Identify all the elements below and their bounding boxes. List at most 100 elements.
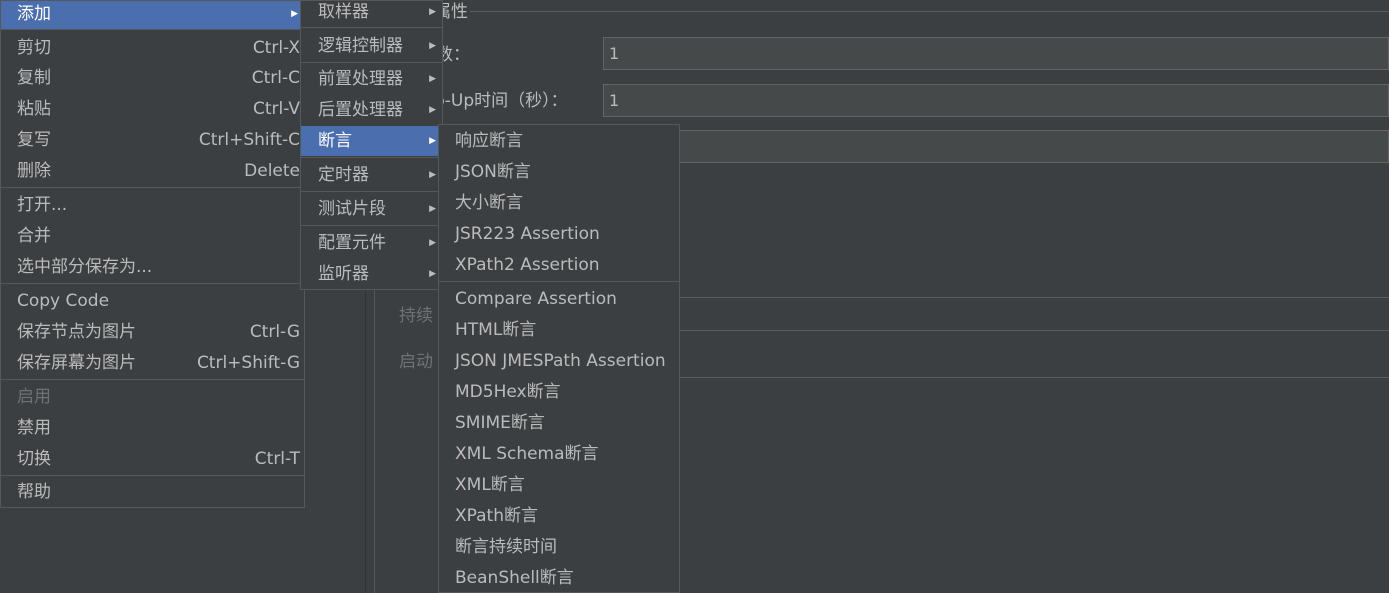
menu-item-label: 切换: [17, 449, 51, 469]
assertion-item-size[interactable]: 大小断言: [439, 188, 679, 218]
menu-item-label: 添加: [17, 4, 51, 24]
startup-underline: [680, 377, 1389, 378]
triangle-right-icon: ▶: [429, 105, 436, 115]
assertion-item-md5hex[interactable]: MD5Hex断言: [439, 377, 679, 407]
assertion-item-html[interactable]: HTML断言: [439, 315, 679, 345]
duration-underline: [680, 330, 1389, 331]
submenu-item-listener[interactable]: 监听器 ▶: [301, 259, 442, 289]
menu-item-label: 禁用: [17, 418, 51, 438]
menu-item-label: 前置处理器: [318, 69, 403, 89]
menu-item-label: Copy Code: [17, 291, 110, 311]
menu-separator: [301, 225, 442, 226]
assertion-item-beanshell[interactable]: BeanShell断言: [439, 563, 679, 593]
menu-item-copy[interactable]: 复制 Ctrl-C: [1, 63, 304, 93]
submenu-item-timer[interactable]: 定时器 ▶: [301, 160, 442, 190]
menu-item-cut[interactable]: 剪切 Ctrl-X: [1, 33, 304, 63]
assertion-item-xpath2[interactable]: XPath2 Assertion: [439, 250, 679, 280]
assertion-item-json[interactable]: JSON断言: [439, 157, 679, 187]
menu-item-label: 大小断言: [455, 193, 523, 213]
assertion-item-compare[interactable]: Compare Assertion: [439, 284, 679, 314]
assertion-item-xml[interactable]: XML断言: [439, 470, 679, 500]
assertion-item-json-jmespath[interactable]: JSON JMESPath Assertion: [439, 346, 679, 376]
add-submenu: 取样器 ▶ 逻辑控制器 ▶ 前置处理器 ▶ 后置处理器 ▶ 断言 ▶ 定时器 ▶…: [300, 0, 443, 290]
menu-item-label: 选中部分保存为...: [17, 257, 153, 277]
menu-item-label: 断言: [318, 131, 352, 151]
submenu-item-post-processor[interactable]: 后置处理器 ▶: [301, 95, 442, 125]
triangle-right-icon: ▶: [429, 136, 436, 146]
menu-item-label: 启用: [17, 387, 51, 407]
menu-item-label: 配置元件: [318, 233, 386, 253]
assertion-item-xpath[interactable]: XPath断言: [439, 501, 679, 531]
duration-divider: [680, 297, 1389, 298]
menu-item-delete[interactable]: 删除 Delete: [1, 156, 304, 186]
menu-separator: [1, 29, 304, 30]
menu-item-toggle[interactable]: 切换 Ctrl-T: [1, 444, 304, 474]
menu-separator: [1, 379, 304, 380]
menu-separator: [301, 157, 442, 158]
menu-item-shortcut: Ctrl-T: [254, 449, 300, 469]
submenu-item-sampler[interactable]: 取样器 ▶: [301, 1, 442, 27]
menu-item-help[interactable]: 帮助: [1, 477, 304, 507]
menu-item-label: 响应断言: [455, 131, 523, 151]
section-divider: [470, 11, 1389, 12]
menu-item-label: 复写: [17, 130, 51, 150]
submenu-item-pre-processor[interactable]: 前置处理器 ▶: [301, 64, 442, 94]
menu-item-paste[interactable]: 粘贴 Ctrl-V: [1, 94, 304, 124]
panel-divider-inner: [374, 280, 375, 593]
assertion-item-response[interactable]: 响应断言: [439, 126, 679, 156]
assertion-item-jsr223[interactable]: JSR223 Assertion: [439, 219, 679, 249]
submenu-item-config-element[interactable]: 配置元件 ▶: [301, 228, 442, 258]
menu-item-label: XML断言: [455, 475, 525, 495]
menu-item-label: 剪切: [17, 38, 51, 58]
menu-separator: [301, 62, 442, 63]
triangle-right-icon: ▶: [429, 7, 436, 17]
menu-item-label: JSR223 Assertion: [455, 224, 600, 244]
menu-separator: [1, 475, 304, 476]
menu-item-label: XML Schema断言: [455, 444, 599, 464]
menu-separator: [1, 187, 304, 188]
threads-input[interactable]: 1: [603, 37, 1389, 70]
submenu-item-assertion[interactable]: 断言 ▶: [301, 126, 442, 156]
menu-item-label: 后置处理器: [318, 100, 403, 120]
assertion-submenu: 响应断言 JSON断言 大小断言 JSR223 Assertion XPath2…: [438, 124, 680, 593]
menu-item-duplicate[interactable]: 复写 Ctrl+Shift-C: [1, 125, 304, 155]
menu-item-label: XPath2 Assertion: [455, 255, 600, 275]
menu-item-label: BeanShell断言: [455, 568, 574, 588]
submenu-item-test-fragment[interactable]: 测试片段 ▶: [301, 194, 442, 224]
menu-separator: [301, 191, 442, 192]
menu-item-label: MD5Hex断言: [455, 382, 561, 402]
menu-item-add[interactable]: 添加 ▶: [1, 1, 304, 29]
menu-item-label: JSON断言: [455, 162, 531, 182]
menu-item-label: 保存屏幕为图片: [17, 353, 136, 373]
menu-item-save-node-image[interactable]: 保存节点为图片 Ctrl-G: [1, 317, 304, 347]
submenu-item-logic-controller[interactable]: 逻辑控制器 ▶: [301, 31, 442, 61]
menu-item-merge[interactable]: 合并: [1, 221, 304, 251]
duration-label: 持续: [399, 306, 433, 326]
menu-item-label: HTML断言: [455, 320, 537, 340]
menu-item-label: 定时器: [318, 165, 369, 185]
menu-item-label: 测试片段: [318, 199, 386, 219]
assertion-item-xml-schema[interactable]: XML Schema断言: [439, 439, 679, 469]
menu-item-shortcut: Ctrl-C: [251, 68, 300, 88]
startup-delay-label: 启动: [399, 352, 433, 372]
menu-item-label: 复制: [17, 68, 51, 88]
triangle-right-icon: ▶: [429, 238, 436, 248]
menu-item-label: 打开...: [17, 195, 68, 215]
menu-item-save-selection-as[interactable]: 选中部分保存为...: [1, 252, 304, 282]
context-menu: 添加 ▶ 剪切 Ctrl-X 复制 Ctrl-C 粘贴 Ctrl-V 复写 Ct…: [0, 0, 305, 508]
triangle-right-icon: ▶: [429, 41, 436, 51]
menu-item-label: 删除: [17, 161, 51, 181]
menu-item-disable[interactable]: 禁用: [1, 413, 304, 443]
triangle-right-icon: ▶: [291, 9, 298, 19]
menu-item-label: Compare Assertion: [455, 289, 617, 309]
loop-count-input[interactable]: [603, 130, 1389, 163]
menu-item-save-screen-image[interactable]: 保存屏幕为图片 Ctrl+Shift-G: [1, 348, 304, 378]
menu-item-open[interactable]: 打开...: [1, 190, 304, 220]
menu-item-label: SMIME断言: [455, 413, 545, 433]
assertion-item-smime[interactable]: SMIME断言: [439, 408, 679, 438]
menu-item-copy-code[interactable]: Copy Code: [1, 286, 304, 316]
ramp-up-input[interactable]: 1: [603, 84, 1389, 117]
triangle-right-icon: ▶: [429, 170, 436, 180]
menu-separator: [301, 27, 442, 28]
assertion-item-duration[interactable]: 断言持续时间: [439, 532, 679, 562]
